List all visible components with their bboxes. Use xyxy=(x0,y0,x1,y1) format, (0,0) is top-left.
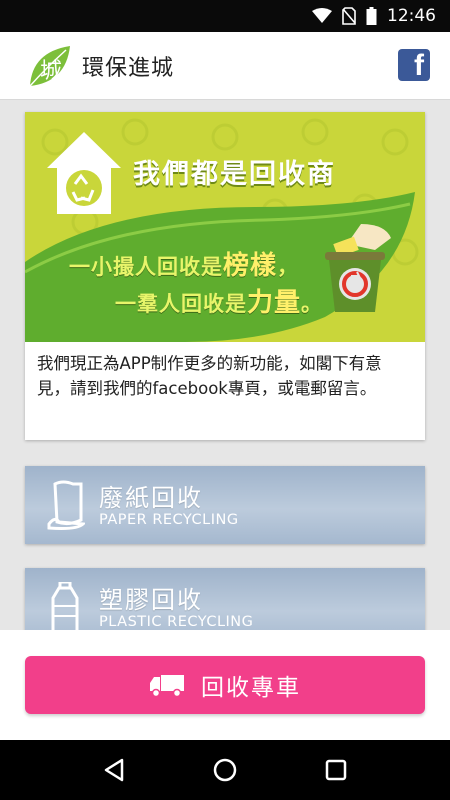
status-time: 12:46 xyxy=(387,6,436,26)
paper-recycling-subtitle: PAPER RECYCLING xyxy=(99,512,239,528)
svg-text:城: 城 xyxy=(40,59,62,84)
promo-card: 我們都是回收商 一小撮人回收是榜樣， 一羣人回收是力量。 我們現正為APP制作更… xyxy=(25,112,425,440)
plastic-recycling-title: 塑膠回收 xyxy=(99,586,203,614)
status-bar: 12:46 xyxy=(0,0,450,32)
slogan2-emphasis: 力量 xyxy=(247,288,302,318)
slogan2-punct: 。 xyxy=(301,292,324,316)
back-icon[interactable] xyxy=(103,758,125,782)
app-bar: 城 環保進城 f xyxy=(0,32,450,100)
paper-icon xyxy=(47,480,87,534)
paper-recycling-title: 廢紙回收 xyxy=(99,484,203,512)
banner-slogan-line2: 一羣人回收是力量。 xyxy=(115,282,323,319)
bottom-action-bar: 回收專車 xyxy=(0,630,450,740)
promo-banner: 我們都是回收商 一小撮人回收是榜樣， 一羣人回收是力量。 xyxy=(25,112,425,342)
banner-headline: 我們都是回收商 xyxy=(133,159,336,190)
recycling-truck-label: 回收專車 xyxy=(201,675,301,701)
promo-description: 我們現正為APP制作更多的新功能，如閣下有意見，請到我們的facebook專頁，… xyxy=(37,354,382,398)
banner-slogan-line1: 一小撮人回收是榜樣， xyxy=(69,245,299,282)
recents-icon[interactable] xyxy=(325,759,347,781)
truck-icon xyxy=(149,673,185,697)
plastic-bottle-icon xyxy=(47,580,83,630)
paper-recycling-card[interactable]: 廢紙回收 PAPER RECYCLING xyxy=(25,466,425,544)
slogan2-text: 一羣人回收是 xyxy=(115,292,247,316)
facebook-icon: f xyxy=(414,49,424,81)
recycling-truck-button[interactable]: 回收專車 xyxy=(25,656,425,714)
recycle-bin-icon xyxy=(321,220,393,320)
app-title: 環保進城 xyxy=(82,55,175,81)
plastic-recycling-card[interactable]: 塑膠回收 PLASTIC RECYCLING xyxy=(25,568,425,630)
no-sim-icon xyxy=(342,7,356,25)
facebook-button[interactable]: f xyxy=(398,49,430,81)
battery-icon xyxy=(366,7,377,25)
slogan1-emphasis: 榜樣 xyxy=(223,251,278,281)
slogan1-text: 一小撮人回收是 xyxy=(69,255,223,279)
plastic-recycling-subtitle: PLASTIC RECYCLING xyxy=(99,614,254,630)
content-scroll[interactable]: 我們都是回收商 一小撮人回收是榜樣， 一羣人回收是力量。 我們現正為APP制作更… xyxy=(0,100,450,630)
house-recycle-icon xyxy=(45,130,123,220)
wifi-icon xyxy=(312,8,332,24)
home-icon[interactable] xyxy=(212,757,238,783)
leaf-logo-icon: 城 xyxy=(26,42,74,90)
slogan1-punct: ， xyxy=(277,255,300,279)
system-nav-bar xyxy=(0,740,450,800)
